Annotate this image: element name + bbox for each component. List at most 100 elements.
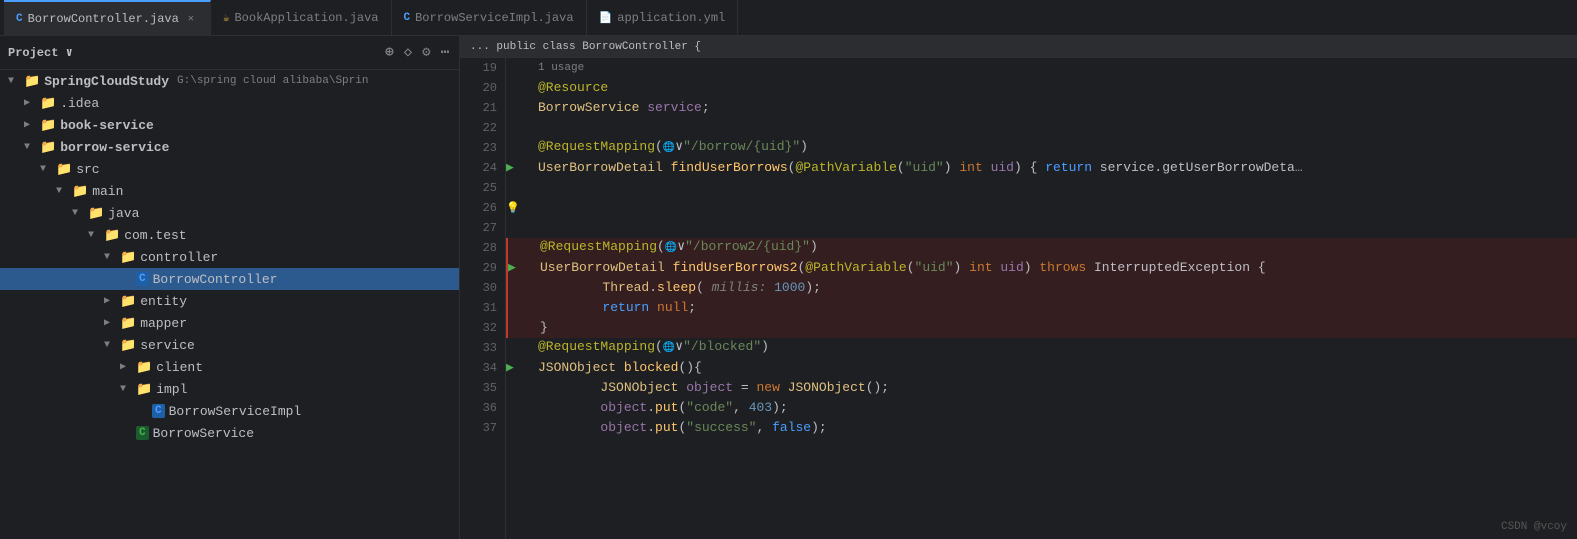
sidebar-icon-add[interactable]: ⊕ (383, 42, 395, 63)
arrow-borrow-controller (120, 274, 132, 285)
tree-item-borrow-controller[interactable]: C BorrowController (0, 268, 459, 290)
sidebar-icon-settings[interactable]: ⚙ (420, 42, 432, 63)
line-num-36: 36 (464, 398, 497, 418)
sidebar-icon-menu[interactable]: ⋯ (439, 42, 451, 63)
arrow-java: ▼ (72, 208, 84, 219)
folder-icon-client: 📁 (136, 360, 152, 375)
line-num-32: 32 (464, 318, 497, 338)
code-line-20: @Resource (506, 78, 1577, 98)
tree-label-java: java (108, 206, 139, 221)
run-icon-24[interactable]: ▶ (506, 160, 514, 175)
line-num-23: 23 (464, 138, 497, 158)
file-icon-borrow-service: C (136, 426, 149, 440)
arrow-mapper: ▶ (104, 317, 116, 329)
folder-icon-java: 📁 (88, 206, 104, 221)
folder-icon-entity: 📁 (120, 294, 136, 309)
tree-label-entity: entity (140, 294, 187, 309)
tree-label-borrow-service-file: BorrowService (153, 426, 254, 441)
folder-icon-borrow-service: 📁 (40, 140, 56, 155)
line-36-content: object.put("code", 403); (530, 398, 788, 418)
tree-label-book-service: book-service (60, 118, 154, 133)
tree-item-mapper[interactable]: ▶ 📁 mapper (0, 312, 459, 334)
tree-label-impl: impl (156, 382, 187, 397)
tab-borrow-serviceimpl[interactable]: C BorrowServiceImpl.java (392, 0, 587, 36)
tab-borrow-controller[interactable]: C BorrowController.java ✕ (4, 0, 211, 36)
line-num-25: 25 (464, 178, 497, 198)
code-line-32: } (506, 318, 1577, 338)
arrow-main: ▼ (56, 186, 68, 197)
tree-label-mapper: mapper (140, 316, 187, 331)
tree-label-client: client (156, 360, 203, 375)
tree-label-com-test: com.test (124, 228, 186, 243)
gutter-34: ▶ (506, 358, 530, 378)
tree-item-idea[interactable]: ▶ 📁 .idea (0, 92, 459, 114)
tree-item-client[interactable]: ▶ 📁 client (0, 356, 459, 378)
run-icon-34[interactable]: ▶ (506, 360, 514, 375)
folder-icon-mapper: 📁 (120, 316, 136, 331)
tree-item-borrow-service-file[interactable]: C BorrowService (0, 422, 459, 444)
line-26-content (530, 198, 546, 218)
tree-item-root[interactable]: ▼ 📁 SpringCloudStudy G:\spring cloud ali… (0, 70, 459, 92)
run-icon-29[interactable]: ▶ (508, 260, 516, 275)
line-35-content: JSONObject object = new JSONObject(); (530, 378, 889, 398)
code-line-30: Thread.sleep( millis: 1000); (506, 278, 1577, 298)
tree-item-book-service[interactable]: ▶ 📁 book-service (0, 114, 459, 136)
sidebar: Project ∨ ⊕ ◇ ⚙ ⋯ ▼ 📁 SpringCloudStudy G… (0, 36, 460, 539)
tab-close-borrow-controller[interactable]: ✕ (184, 12, 198, 26)
tab-icon-c2: C (404, 12, 411, 24)
sidebar-icon-collapse[interactable]: ◇ (402, 42, 414, 63)
code-line-19: 1 usage (506, 58, 1577, 78)
line-21-content: BorrowService service; (530, 98, 710, 118)
code-line-34: ▶ JSONObject blocked(){ (506, 358, 1577, 378)
line-numbers: 19 20 21 22 23 24 25 26 27 28 29 30 31 3… (460, 58, 506, 539)
usage-hint: 1 usage (530, 58, 584, 78)
tree-item-controller[interactable]: ▼ 📁 controller (0, 246, 459, 268)
line-num-27: 27 (464, 218, 497, 238)
tree-item-entity[interactable]: ▶ 📁 entity (0, 290, 459, 312)
code-content: 1 usage @Resource BorrowService service; (506, 58, 1577, 539)
tree-item-service[interactable]: ▼ 📁 service (0, 334, 459, 356)
tree-item-borrow-serviceimpl[interactable]: C BorrowServiceImpl (0, 400, 459, 422)
line-37-content: object.put("success", false); (530, 418, 827, 438)
tree-item-impl[interactable]: ▼ 📁 impl (0, 378, 459, 400)
arrow-root: ▼ (8, 76, 20, 87)
tab-application-yml[interactable]: 📄 application.yml (587, 0, 739, 36)
line-num-26: 26 (464, 198, 497, 218)
file-icon-borrow-serviceimpl: C (152, 404, 165, 418)
code-line-36: object.put("code", 403); (506, 398, 1577, 418)
tab-icon-book: ☕ (223, 11, 230, 25)
arrow-controller: ▼ (104, 252, 116, 263)
breadcrumb-text: ... public class BorrowController { (470, 41, 701, 53)
line-32-content: } (532, 318, 548, 338)
code-area[interactable]: 19 20 21 22 23 24 25 26 27 28 29 30 31 3… (460, 58, 1577, 539)
tree-item-borrow-service[interactable]: ▼ 📁 borrow-service (0, 136, 459, 158)
bulb-icon-26[interactable]: 💡 (506, 203, 520, 215)
tab-bar: C BorrowController.java ✕ ☕ BookApplicat… (0, 0, 1577, 36)
tree-item-com-test[interactable]: ▼ 📁 com.test (0, 224, 459, 246)
arrow-src: ▼ (40, 164, 52, 175)
line-num-19: 19 (464, 58, 497, 78)
line-num-30: 30 (464, 278, 497, 298)
tab-book-application[interactable]: ☕ BookApplication.java (211, 0, 392, 36)
tree-path-root: G:\spring cloud alibaba\Sprin (177, 75, 368, 87)
tree-item-main[interactable]: ▼ 📁 main (0, 180, 459, 202)
sidebar-header-icons: ⊕ ◇ ⚙ ⋯ (383, 42, 451, 63)
tree-item-java[interactable]: ▼ 📁 java (0, 202, 459, 224)
tree-label-root: SpringCloudStudy (44, 74, 169, 89)
tree-label-main: main (92, 184, 123, 199)
folder-icon-com-test: 📁 (104, 228, 120, 243)
breadcrumb-bar: ... public class BorrowController { (460, 36, 1577, 58)
arrow-client: ▶ (120, 361, 132, 373)
code-line-37: object.put("success", false); (506, 418, 1577, 438)
line-num-29: 29 (464, 258, 497, 278)
tree-item-src[interactable]: ▼ 📁 src (0, 158, 459, 180)
line-20-content: @Resource (530, 78, 608, 98)
code-line-29: ▶ UserBorrowDetail findUserBorrows2(@Pat… (506, 258, 1577, 278)
line-22-content (530, 118, 546, 138)
tree-label-borrow-service: borrow-service (60, 140, 169, 155)
file-icon-borrow-controller: C (136, 272, 149, 286)
code-line-35: JSONObject object = new JSONObject(); (506, 378, 1577, 398)
code-line-27 (506, 218, 1577, 238)
line-28-content: @RequestMapping(🌐∨"/borrow2/{uid}") (532, 237, 818, 259)
line-num-34: 34 (464, 358, 497, 378)
